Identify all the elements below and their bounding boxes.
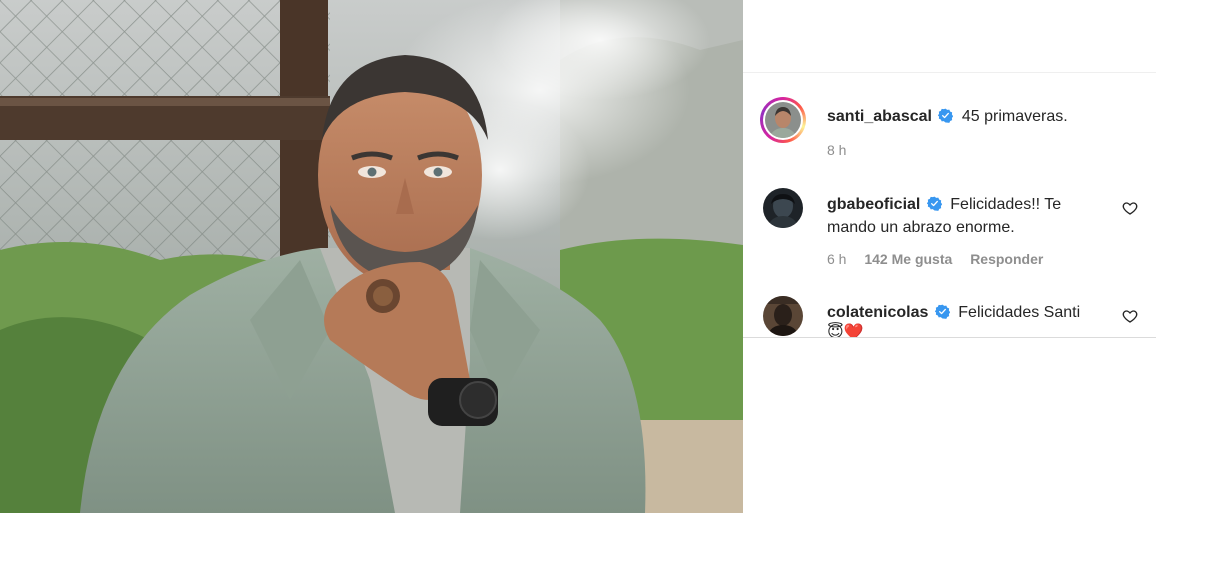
caption-meta: 8 h <box>827 142 846 158</box>
comment-username[interactable]: colatenicolas <box>827 304 928 321</box>
avatar-image <box>765 102 801 138</box>
divider <box>743 337 1156 338</box>
comment-time[interactable]: 6 h <box>827 251 846 267</box>
caption-username[interactable]: santi_abascal <box>827 108 932 125</box>
heart-outline-icon[interactable] <box>1122 200 1138 216</box>
avatar-image <box>763 188 803 228</box>
comment-emojis: 😇❤️ <box>827 324 864 337</box>
comment-author-avatar[interactable] <box>763 188 803 228</box>
heart-outline-icon[interactable] <box>1122 308 1138 324</box>
reply-button[interactable]: Responder <box>970 251 1043 267</box>
verified-badge-icon <box>938 108 954 123</box>
comment-text: Felicidades Santi <box>958 304 1081 321</box>
comment-username[interactable]: gbabeoficial <box>827 196 920 213</box>
comment-meta: 6 h 142 Me gusta Responder <box>827 251 1057 267</box>
comments-list[interactable]: santi_abascal 45 primaveras. 8 h gbabeof… <box>743 73 1156 337</box>
avatar-image <box>763 296 803 336</box>
caption-time[interactable]: 8 h <box>827 142 846 158</box>
verified-badge-icon <box>934 304 950 319</box>
verified-badge-icon <box>926 196 942 211</box>
post-photo[interactable] <box>0 0 743 513</box>
caption-text: 45 primaveras. <box>961 108 1068 125</box>
comments-panel: santi_abascal 45 primaveras. 8 h gbabeof… <box>743 0 1156 338</box>
instagram-post-view: santi_abascal 45 primaveras. 8 h gbabeof… <box>0 0 1218 566</box>
comment-author-avatar[interactable] <box>763 296 803 336</box>
caption-author-avatar[interactable] <box>760 97 806 143</box>
post-photo-illustration <box>0 0 743 513</box>
comment-likes[interactable]: 142 Me gusta <box>864 251 952 267</box>
